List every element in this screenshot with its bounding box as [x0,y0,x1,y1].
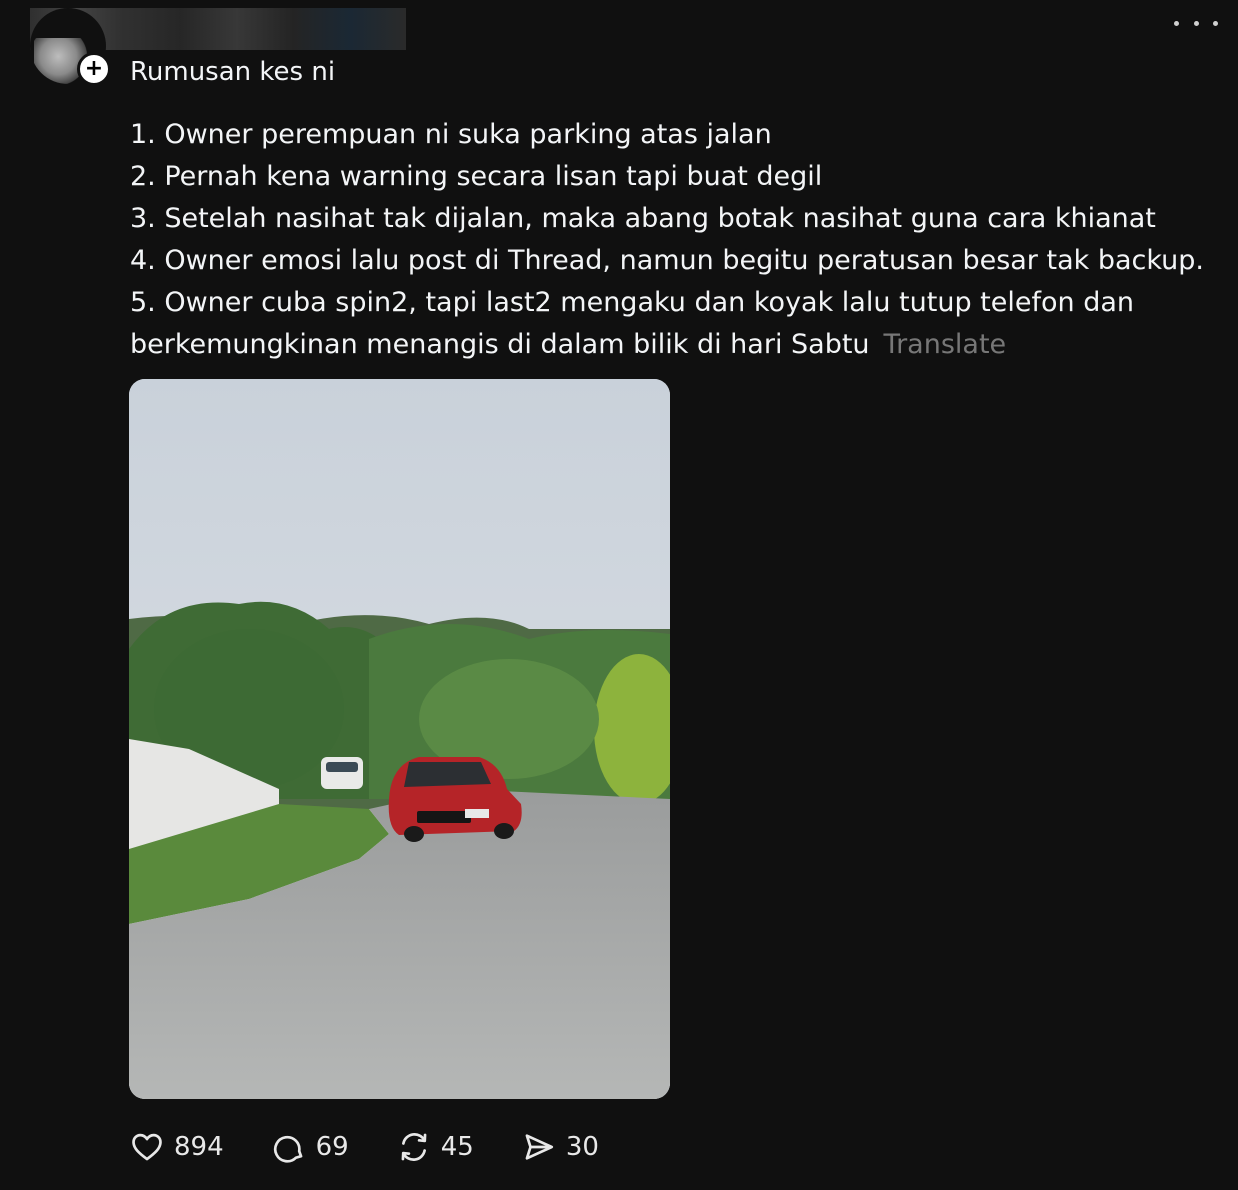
share-button[interactable]: 30 [522,1130,599,1164]
post-line-1: 1. Owner perempuan ni suka parking atas … [130,119,772,150]
post-photo [129,379,670,1099]
post-body: 1. Owner perempuan ni suka parking atas … [130,114,1220,366]
more-options-button[interactable] [1174,10,1218,36]
like-count: 894 [174,1132,224,1162]
post-line-3: 3. Setelah nasihat tak dijalan, maka aba… [130,203,1156,234]
send-icon [525,1134,553,1160]
post-image[interactable] [129,379,670,1099]
post-title: Rumusan kes ni [130,57,336,87]
post-line-4: 4. Owner emosi lalu post di Thread, namu… [130,245,1205,276]
repost-button[interactable]: 45 [397,1130,474,1164]
heart-icon [132,1133,162,1161]
reply-button[interactable]: 69 [272,1130,349,1164]
post-line-5: 5. Owner cuba spin2, tapi last2 mengaku … [130,287,1134,318]
post-actions: 894 69 45 30 [130,1124,647,1170]
more-dots-icon [1174,20,1179,26]
like-button[interactable]: 894 [130,1130,224,1164]
share-count: 30 [565,1132,599,1162]
repost-icon [401,1133,427,1161]
post-line-2: 2. Pernah kena warning secara lisan tapi… [130,161,823,192]
comment-bubble-icon [273,1135,303,1163]
repost-count: 45 [440,1132,474,1162]
reply-count: 69 [315,1132,349,1162]
post-line-6: berkemungkinan menangis di dalam bilik d… [130,329,1007,360]
translate-link[interactable]: Translate [884,329,1007,360]
follow-button[interactable]: + [77,52,111,86]
plus-icon: + [84,56,104,81]
